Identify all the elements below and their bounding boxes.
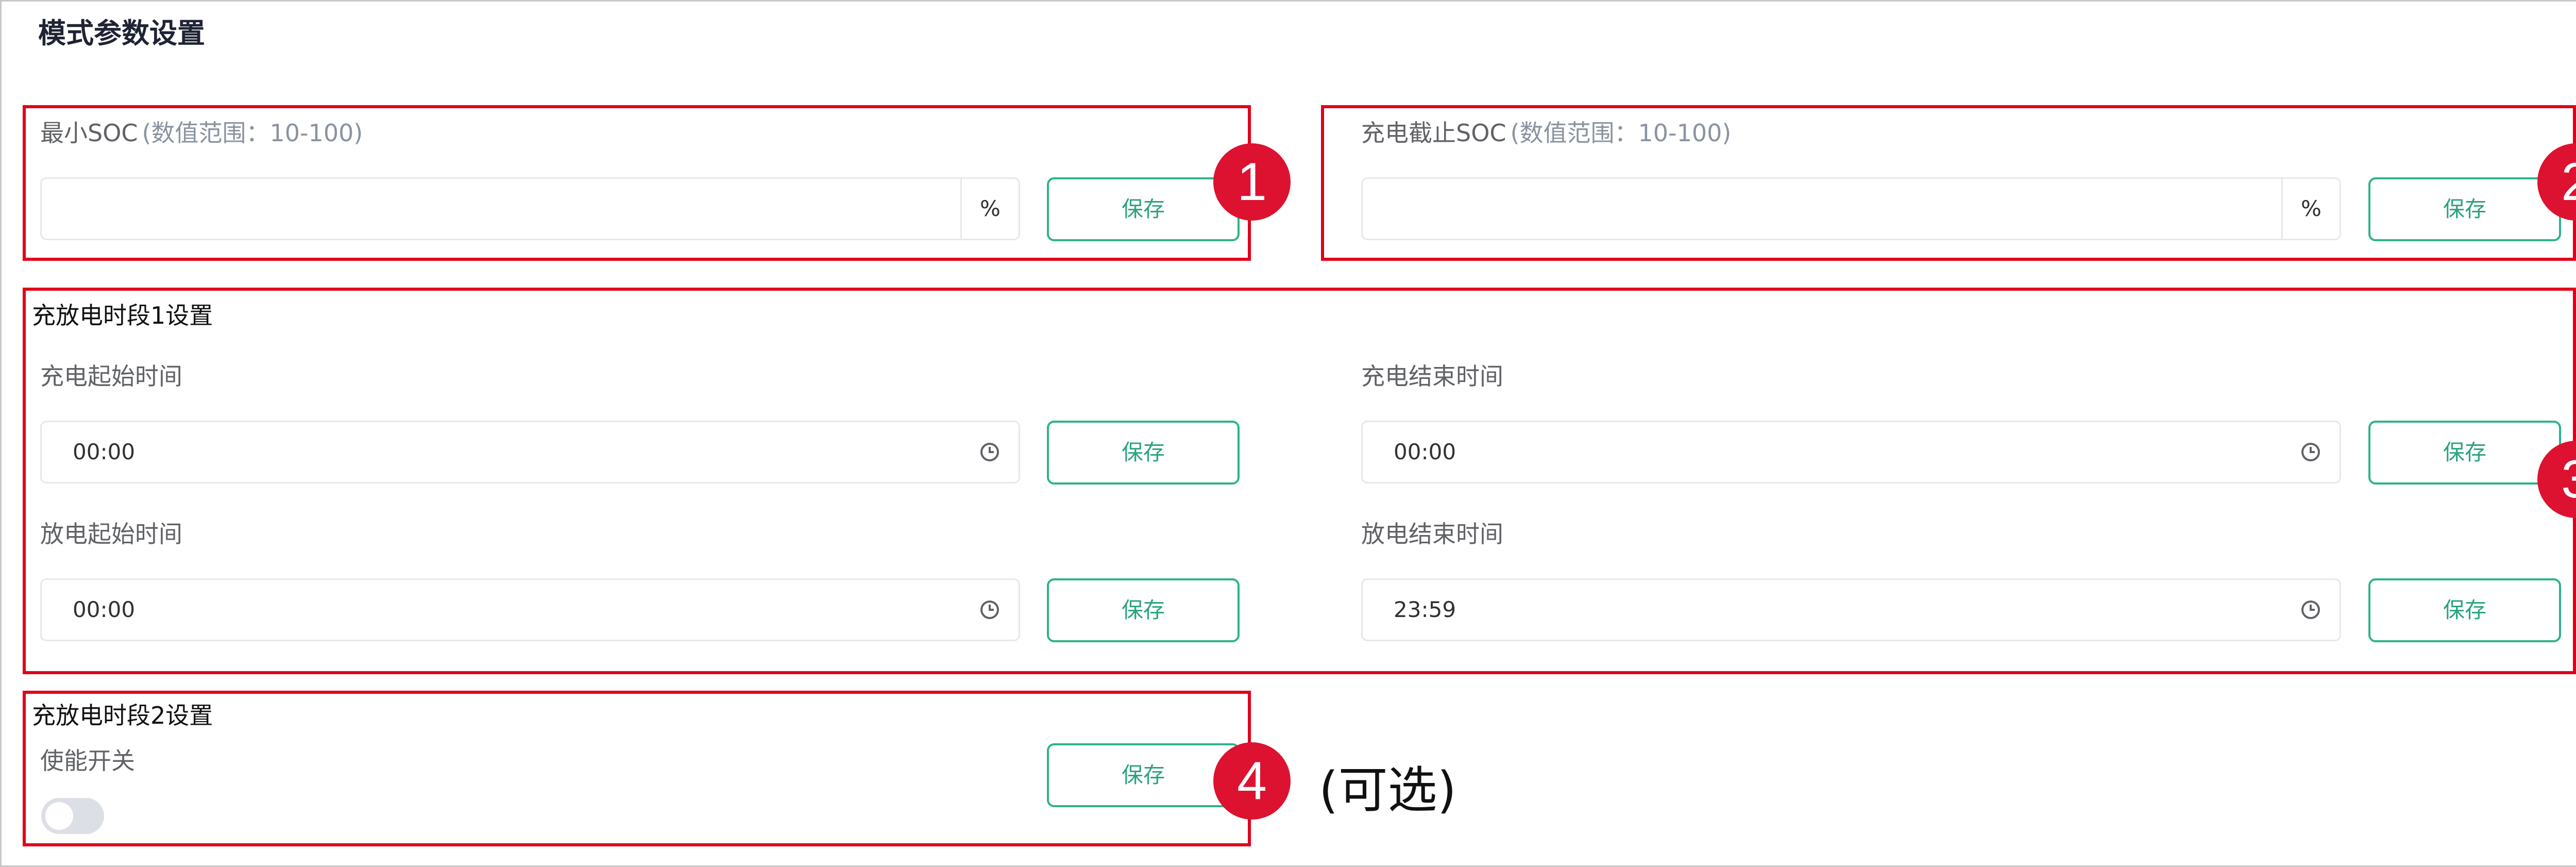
clock-icon	[2301, 443, 2320, 461]
period2-title: 充放电时段2设置	[32, 702, 213, 729]
charge-cutoff-soc-unit: %	[2281, 179, 2340, 239]
enable-switch-label: 使能开关	[40, 747, 135, 775]
discharge-end-label: 放电结束时间	[1361, 520, 1503, 548]
annotation-badge-1: 1	[1213, 143, 1291, 221]
toggle-knob	[45, 802, 73, 830]
charge-cutoff-soc-label-text: 充电截止SOC	[1361, 119, 1506, 147]
min-soc-label-text: 最小SOC	[40, 119, 138, 147]
min-soc-save-button[interactable]: 保存	[1047, 177, 1240, 241]
period2-save-button[interactable]: 保存	[1047, 743, 1240, 807]
min-soc-label: 最小SOC (数值范围：10-100)	[40, 114, 363, 148]
charge-start-save-button[interactable]: 保存	[1047, 421, 1240, 485]
discharge-start-value: 00:00	[73, 597, 135, 622]
clock-icon	[980, 443, 999, 461]
charge-cutoff-soc-input[interactable]: %	[1361, 177, 2341, 240]
discharge-end-time-input[interactable]: 23:59	[1361, 578, 2341, 641]
min-soc-hint: (数值范围：10-100)	[142, 119, 363, 147]
clock-icon	[2301, 601, 2320, 619]
charge-start-value: 00:00	[73, 439, 135, 464]
enable-toggle[interactable]	[41, 798, 104, 834]
discharge-start-time-input[interactable]: 00:00	[40, 578, 1020, 641]
period1-title: 充放电时段1设置	[32, 302, 213, 329]
min-soc-input[interactable]: %	[40, 177, 1020, 240]
min-soc-unit: %	[960, 179, 1019, 239]
discharge-start-save-button[interactable]: 保存	[1047, 578, 1240, 642]
charge-start-label: 充电起始时间	[40, 362, 182, 390]
charge-cutoff-soc-save-button[interactable]: 保存	[2368, 177, 2561, 241]
discharge-start-label: 放电起始时间	[40, 520, 182, 548]
optional-note: (可选)	[1319, 761, 1456, 819]
charge-end-save-button[interactable]: 保存	[2368, 421, 2561, 485]
discharge-end-value: 23:59	[1394, 597, 1456, 622]
discharge-end-save-button[interactable]: 保存	[2368, 578, 2561, 642]
charge-cutoff-soc-label: 充电截止SOC (数值范围：10-100)	[1361, 114, 1731, 148]
clock-icon	[980, 601, 999, 619]
page-title: 模式参数设置	[38, 17, 205, 49]
charge-end-value: 00:00	[1394, 439, 1456, 464]
charge-start-time-input[interactable]: 00:00	[40, 421, 1020, 483]
charge-cutoff-soc-hint: (数值范围：10-100)	[1510, 119, 1732, 147]
annotation-badge-4: 4	[1213, 742, 1291, 820]
charge-end-time-input[interactable]: 00:00	[1361, 421, 2341, 483]
charge-end-label: 充电结束时间	[1361, 362, 1503, 390]
